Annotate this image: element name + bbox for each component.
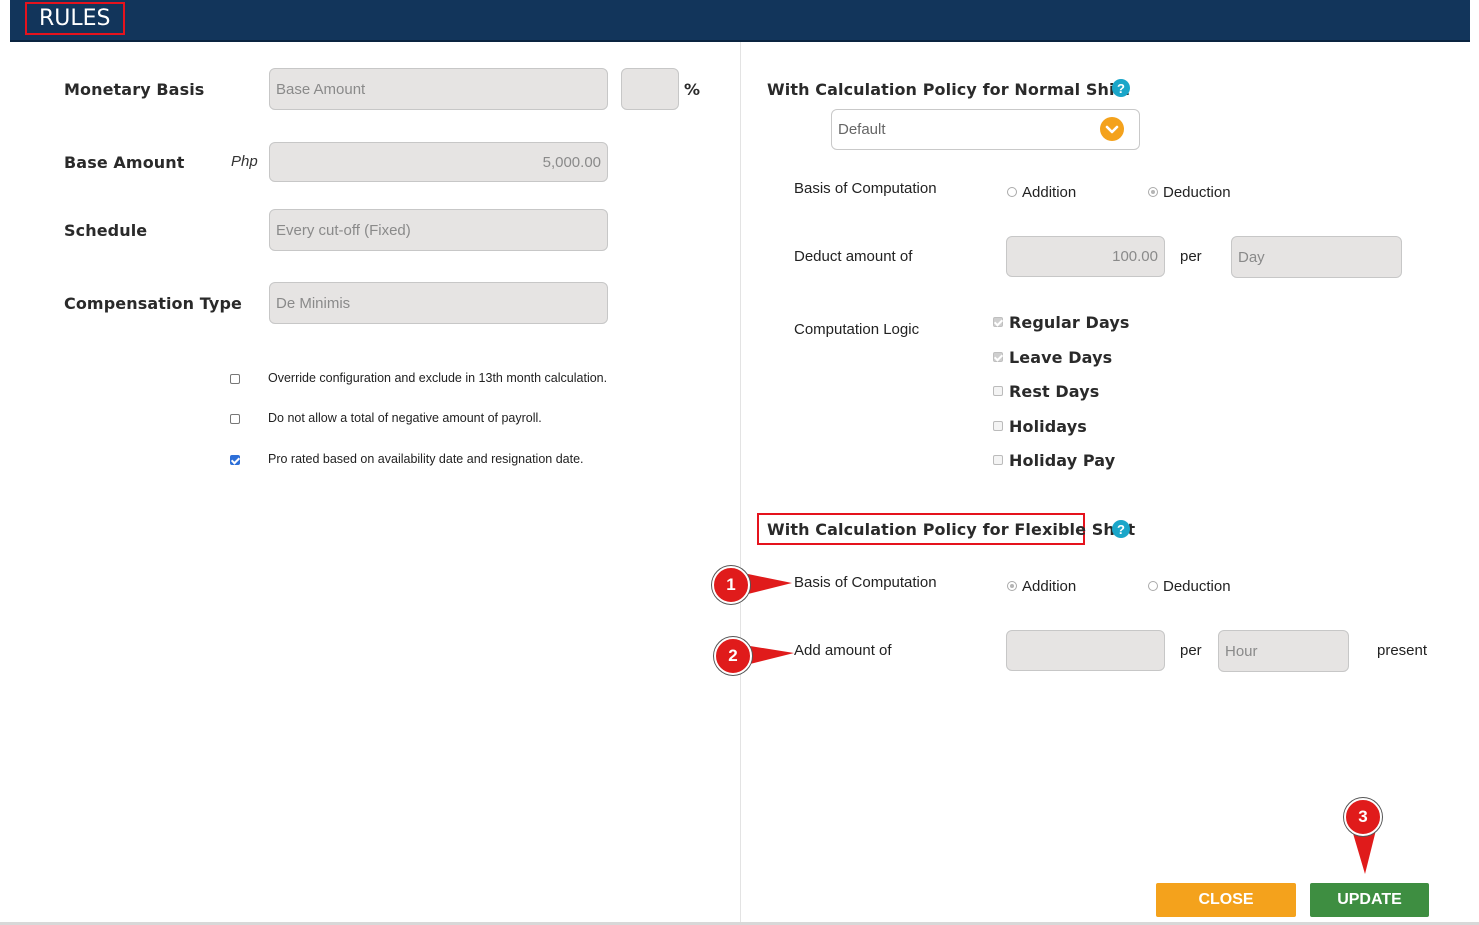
step-marker-2: 2 (714, 637, 752, 675)
monetary-basis-label: Monetary Basis (64, 80, 205, 99)
normal-addition-label: Addition (1022, 184, 1077, 201)
logic-item-label: Regular Days (1009, 313, 1130, 332)
column-divider (740, 42, 741, 925)
exclude-13th-month-checkbox[interactable] (230, 374, 240, 384)
flexible-unit-field[interactable]: Hour (1218, 630, 1349, 672)
normal-basis-label: Basis of Computation (794, 180, 937, 197)
base-amount-field[interactable]: 5,000.00 (269, 142, 608, 182)
schedule-field[interactable]: Every cut-off (Fixed) (269, 209, 608, 251)
option-label: Do not allow a total of negative amount … (268, 411, 542, 425)
help-icon[interactable]: ? (1112, 520, 1130, 538)
flexible-addition-label: Addition (1022, 578, 1077, 595)
pro-rated-checkbox[interactable] (230, 455, 240, 465)
flexible-deduction-label: Deduction (1163, 578, 1231, 595)
logic-item-label: Rest Days (1009, 382, 1100, 401)
flexible-amount-field[interactable] (1006, 630, 1165, 671)
page-title: RULES (25, 2, 125, 35)
leave-days-checkbox[interactable] (993, 352, 1003, 362)
normal-per-label: per (1180, 248, 1202, 265)
flexible-addition-radio[interactable] (1007, 581, 1017, 591)
logic-item-label: Holidays (1009, 417, 1087, 436)
normal-addition-radio[interactable] (1007, 187, 1017, 197)
rest-days-checkbox[interactable] (993, 386, 1003, 396)
flexible-deduction-radio[interactable] (1148, 581, 1158, 591)
no-negative-payroll-checkbox[interactable] (230, 414, 240, 424)
header-bar (10, 0, 1470, 42)
normal-policy-select[interactable]: Default (831, 109, 1140, 150)
logic-item-label: Holiday Pay (1009, 451, 1116, 470)
help-icon[interactable]: ? (1112, 79, 1130, 97)
flexible-per-label: per (1180, 642, 1202, 659)
compensation-type-field[interactable]: De Minimis (269, 282, 608, 324)
normal-unit-field[interactable]: Day (1231, 236, 1402, 278)
flexible-amount-label: Add amount of (794, 642, 892, 659)
normal-policy-value: Default (838, 121, 886, 138)
arrow-icon (748, 574, 792, 594)
close-button[interactable]: CLOSE (1156, 883, 1296, 917)
normal-amount-label: Deduct amount of (794, 248, 913, 265)
currency-label: Php (231, 153, 258, 170)
monetary-basis-field[interactable]: Base Amount (269, 68, 608, 110)
step-marker-3: 3 (1344, 798, 1382, 836)
holidays-checkbox[interactable] (993, 421, 1003, 431)
option-label: Pro rated based on availability date and… (268, 452, 584, 466)
flexible-basis-label: Basis of Computation (794, 574, 937, 591)
normal-shift-title: With Calculation Policy for Normal Shift (767, 80, 1130, 99)
computation-logic-label: Computation Logic (794, 321, 920, 338)
regular-days-checkbox[interactable] (993, 317, 1003, 327)
arrow-icon (1352, 830, 1376, 874)
step-marker-1: 1 (712, 566, 750, 604)
normal-deduction-radio[interactable] (1148, 187, 1158, 197)
chevron-down-icon[interactable] (1100, 117, 1124, 141)
logic-item-label: Leave Days (1009, 348, 1113, 367)
flexible-shift-title: With Calculation Policy for Flexible Shi… (767, 520, 1136, 539)
holiday-pay-checkbox[interactable] (993, 455, 1003, 465)
percent-symbol: % (684, 80, 701, 99)
arrow-icon (750, 646, 794, 664)
schedule-label: Schedule (64, 221, 148, 240)
normal-amount-field[interactable]: 100.00 (1006, 236, 1165, 277)
percent-field[interactable] (621, 68, 679, 110)
normal-deduction-label: Deduction (1163, 184, 1231, 201)
flexible-suffix-label: present (1377, 642, 1428, 659)
option-label: Override configuration and exclude in 13… (268, 371, 608, 385)
update-button[interactable]: UPDATE (1310, 883, 1429, 917)
compensation-type-label: Compensation Type (64, 294, 242, 313)
base-amount-label: Base Amount (64, 153, 185, 172)
